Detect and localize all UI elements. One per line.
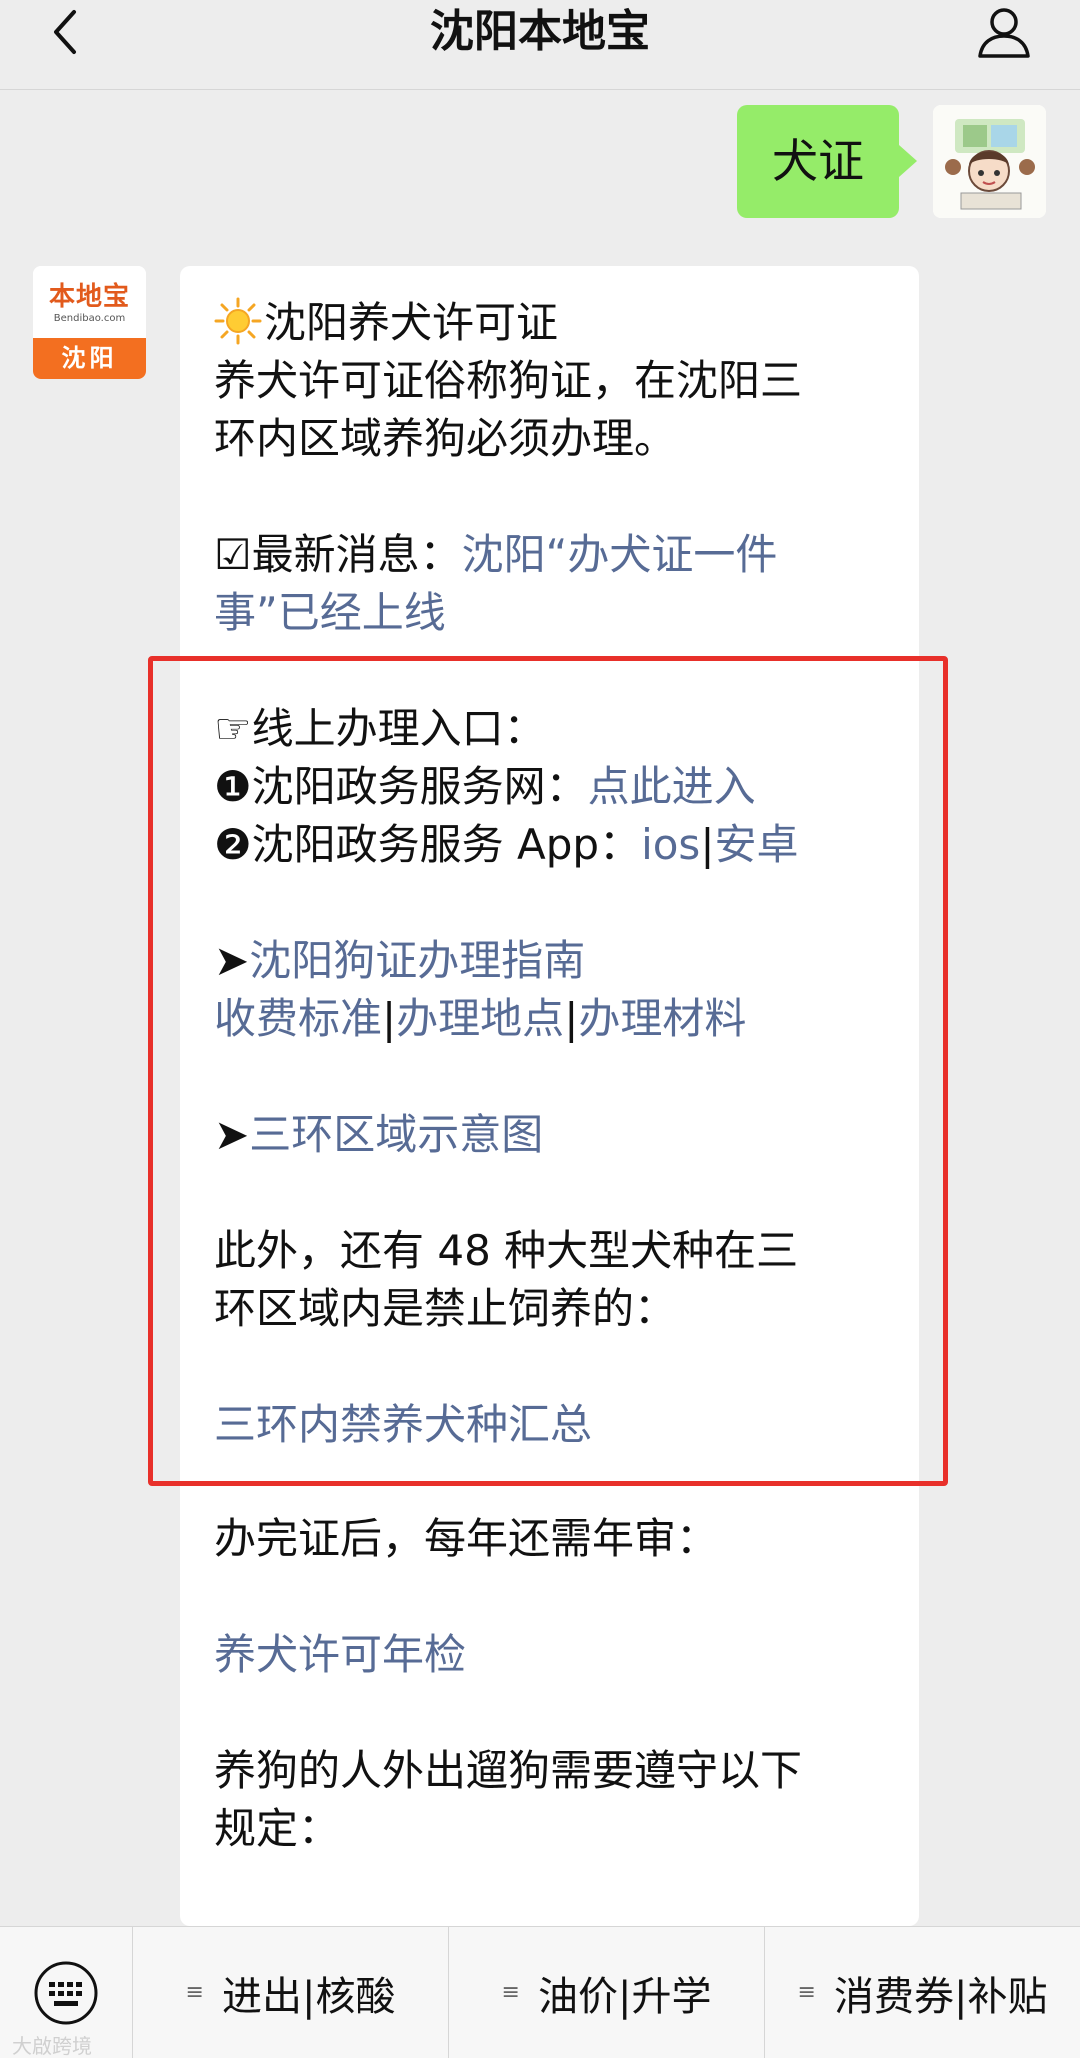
separator: | — [382, 994, 397, 1043]
menu-item-label: 进出|核酸 — [221, 1974, 396, 2020]
gov-website-link[interactable]: 点此进入 — [588, 762, 756, 811]
page-title: 沈阳本地宝 — [430, 6, 650, 57]
walking-rules-line-1: 养狗的人外出遛狗需要遵守以下 — [214, 1746, 803, 1795]
materials-link[interactable]: 办理材料 — [578, 994, 746, 1043]
android-link[interactable]: 安卓 — [714, 820, 798, 869]
banned-breeds-link[interactable]: 三环内禁养犬种汇总 — [214, 1400, 592, 1449]
gov-app-label: ❷沈阳政务服务 App： — [214, 820, 642, 869]
bottom-menu-bar: ≡ 进出|核酸 ≡ 油价|升学 ≡ 消费券|补贴 — [0, 1926, 1080, 2058]
message-body: 沈阳养犬许可证 养犬许可证俗称狗证，在沈阳三 环内区域养狗必须办理。 ☑最新消息… — [214, 294, 904, 1858]
intro-line-1: 养犬许可证俗称狗证，在沈阳三 — [214, 356, 803, 405]
menu-icon: ≡ — [797, 1980, 816, 2005]
message-title: 沈阳养犬许可证 — [264, 298, 559, 347]
nav-header: 沈阳本地宝 — [0, 0, 1080, 90]
ban-text-line-1: 此外，还有 48 种大型犬种在三 — [214, 1226, 799, 1275]
menu-icon: ≡ — [185, 1980, 204, 2005]
gov-website-label: ❶沈阳政务服务网： — [214, 762, 588, 811]
ios-link[interactable]: ios — [641, 820, 700, 869]
incoming-message-bubble: 沈阳养犬许可证 养犬许可证俗称狗证，在沈阳三 环内区域养狗必须办理。 ☑最新消息… — [180, 266, 919, 1926]
separator: | — [564, 994, 579, 1043]
bot-avatar[interactable]: 本地宝 Bendibao.com 沈阳 — [33, 266, 146, 379]
location-link[interactable]: 办理地点 — [396, 994, 564, 1043]
news-label: ☑最新消息： — [214, 530, 462, 579]
keyboard-icon — [34, 1961, 98, 2025]
guide-link[interactable]: 沈阳狗证办理指南 — [249, 936, 585, 985]
news-link[interactable]: 沈阳“办犬证一件 — [462, 530, 778, 579]
bot-avatar-city: 沈阳 — [33, 338, 146, 379]
online-entry-heading: ☞线上办理入口： — [214, 704, 546, 753]
fee-link[interactable]: 收费标准 — [214, 994, 382, 1043]
menu-item-travel[interactable]: ≡ 进出|核酸 — [133, 1927, 449, 2058]
menu-icon: ≡ — [501, 1980, 520, 2005]
user-avatar[interactable] — [933, 105, 1046, 218]
outgoing-message-bubble[interactable]: 犬证 — [737, 105, 917, 218]
ring-map-link[interactable]: 三环区域示意图 — [249, 1110, 543, 1159]
news-link-continued[interactable]: 事”已经上线 — [214, 588, 446, 637]
menu-item-label: 消费券|补贴 — [833, 1974, 1048, 2020]
walking-rules-line-2: 规定： — [214, 1804, 341, 1853]
outgoing-message-text: 犬证 — [772, 134, 864, 188]
menu-item-oil[interactable]: ≡ 油价|升学 — [449, 1927, 765, 2058]
arrow-icon: ➤ — [214, 1110, 250, 1159]
profile-button[interactable] — [974, 0, 1034, 64]
bot-avatar-logo: 本地宝 Bendibao.com — [33, 266, 146, 338]
person-icon — [978, 8, 1030, 58]
separator: | — [700, 820, 715, 869]
watermark: 大啟跨境 — [12, 2034, 92, 2058]
menu-item-coupon[interactable]: ≡ 消费券|补贴 — [765, 1927, 1080, 2058]
ban-text-line-2: 环区域内是禁止饲养的： — [214, 1284, 677, 1333]
menu-item-label: 油价|升学 — [537, 1974, 712, 2020]
annual-review-text: 办完证后，每年还需年审： — [214, 1514, 719, 1563]
bot-avatar-domain: Bendibao.com — [53, 313, 126, 324]
bot-avatar-brand: 本地宝 — [48, 282, 130, 312]
intro-line-2: 环内区域养狗必须办理。 — [214, 414, 677, 463]
annual-review-link[interactable]: 养犬许可年检 — [214, 1630, 466, 1679]
user-avatar-illustration — [933, 105, 1046, 218]
sun-icon — [214, 297, 262, 345]
arrow-icon: ➤ — [214, 936, 250, 985]
